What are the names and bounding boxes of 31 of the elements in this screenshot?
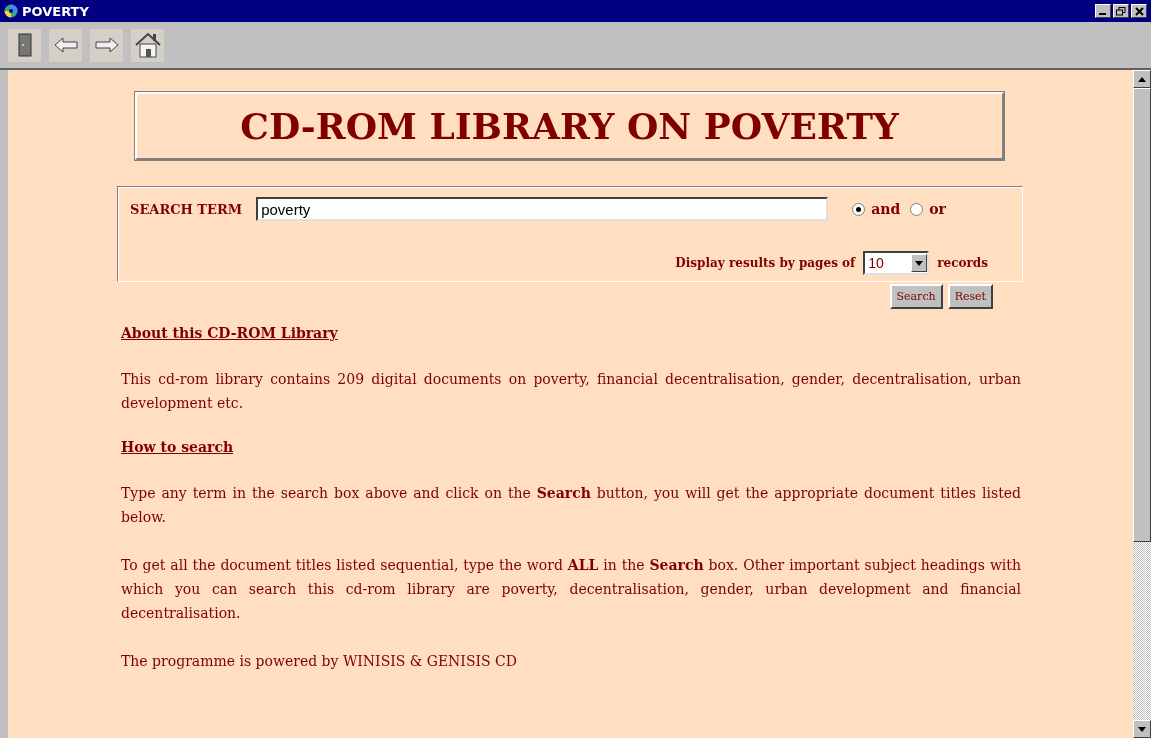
paragraph: This cd-rom library contains 209 digital documents on poverty, financial decentralisation, gender, decentralisation, urban development etc.: [121, 370, 1021, 413]
scroll-up-button[interactable]: [1133, 70, 1151, 88]
search-term-label: SEARCH TERM: [130, 201, 243, 217]
down-arrow-icon: [1138, 726, 1146, 732]
form-button[interactable]: Reset: [947, 284, 993, 309]
form-button[interactable]: Search: [889, 284, 943, 309]
window-title: POVERTY: [22, 3, 89, 19]
page-size-label: Display results by pages of: [675, 256, 856, 270]
radio-button[interactable]: [852, 202, 866, 216]
home-icon[interactable]: [131, 28, 164, 62]
page-heading: CD-ROM LIBRARY ON POVERTY: [135, 92, 1004, 160]
minimize-button[interactable]: [1095, 4, 1111, 18]
restore-button[interactable]: [1113, 4, 1129, 18]
page-size-dropdown[interactable]: 10: [863, 251, 930, 275]
radio-label: or: [929, 201, 946, 217]
up-arrow-icon: [1138, 76, 1146, 82]
paragraph: The programme is powered by WINISIS & GENISIS CD: [121, 652, 518, 671]
dropdown-arrow-icon: [915, 260, 924, 266]
cd-icon: [4, 4, 18, 18]
paragraph: To get all the document titles listed sequential, type the word ALL in the Search box. Other important subject headings with which you can search this cd-rom library are poverty, decentralisation, gender, urban development and financial decentralisation.: [121, 556, 1021, 623]
records-label: records: [937, 256, 988, 270]
paragraph: Type any term in the search box above and click on the Search button, you will get the appropriate document titles listed below.: [121, 484, 1021, 527]
scrollbar-thumb[interactable]: [1133, 88, 1151, 542]
radio-label: and: [871, 201, 901, 217]
section-heading-link[interactable]: About this CD-ROM Library: [121, 325, 1021, 341]
door-icon[interactable]: [8, 28, 41, 62]
section-heading-link[interactable]: How to search: [121, 439, 1021, 455]
close-button[interactable]: [1131, 4, 1147, 18]
search-field[interactable]: poverty: [256, 197, 829, 221]
radio-button[interactable]: [910, 202, 924, 216]
scroll-down-button[interactable]: [1133, 720, 1151, 738]
